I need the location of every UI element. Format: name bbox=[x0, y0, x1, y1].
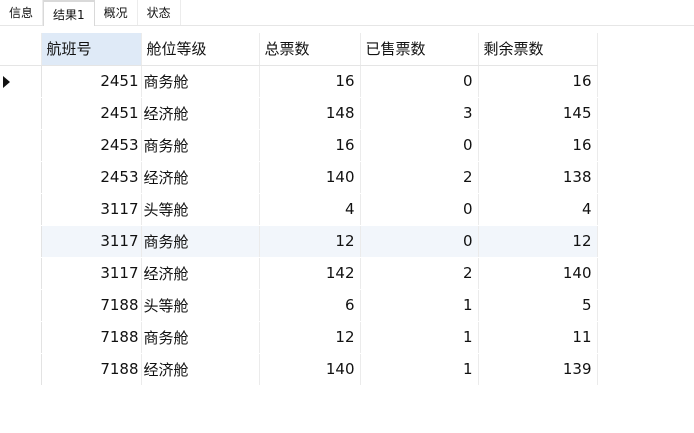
table-row[interactable]: 3117 经济舱 142 2 140 bbox=[0, 257, 598, 290]
table-row[interactable]: 2451 经济舱 148 3 145 bbox=[0, 97, 598, 130]
tab-overview[interactable]: 概况 bbox=[95, 0, 138, 25]
table-row[interactable]: 3117 头等舱 4 0 4 bbox=[0, 193, 598, 226]
table-row[interactable]: 3117 商务舱 12 0 12 bbox=[0, 225, 598, 258]
cell-flight-no[interactable]: 2453 bbox=[41, 161, 142, 194]
current-row-arrow-icon bbox=[3, 75, 10, 88]
cell-total-tickets[interactable]: 148 bbox=[259, 97, 361, 130]
cell-remaining-tickets[interactable]: 11 bbox=[478, 321, 598, 354]
cell-sold-tickets[interactable]: 0 bbox=[360, 193, 479, 226]
cell-total-tickets[interactable]: 16 bbox=[259, 129, 361, 162]
cell-sold-tickets[interactable]: 0 bbox=[360, 65, 479, 98]
cell-flight-no[interactable]: 2451 bbox=[41, 97, 142, 130]
table-row[interactable]: 2453 经济舱 140 2 138 bbox=[0, 161, 598, 194]
column-header-cabin-class[interactable]: 舱位等级 bbox=[141, 33, 260, 66]
cell-flight-no[interactable]: 2451 bbox=[41, 65, 142, 98]
cell-cabin-class[interactable]: 头等舱 bbox=[141, 193, 260, 226]
cell-remaining-tickets[interactable]: 4 bbox=[478, 193, 598, 226]
cell-total-tickets[interactable]: 142 bbox=[259, 257, 361, 290]
tab-info[interactable]: 信息 bbox=[0, 0, 44, 25]
cell-cabin-class[interactable]: 经济舱 bbox=[141, 257, 260, 290]
cell-cabin-class[interactable]: 商务舱 bbox=[141, 225, 260, 258]
cell-sold-tickets[interactable]: 1 bbox=[360, 289, 479, 322]
cell-cabin-class[interactable]: 经济舱 bbox=[141, 161, 260, 194]
cell-sold-tickets[interactable]: 1 bbox=[360, 321, 479, 354]
cell-flight-no[interactable]: 7188 bbox=[41, 353, 142, 386]
cell-remaining-tickets[interactable]: 12 bbox=[478, 225, 598, 258]
cell-total-tickets[interactable]: 140 bbox=[259, 161, 361, 194]
table-row[interactable]: 7188 经济舱 140 1 139 bbox=[0, 353, 598, 386]
cell-remaining-tickets[interactable]: 16 bbox=[478, 129, 598, 162]
row-indicator-header bbox=[0, 33, 42, 66]
cell-remaining-tickets[interactable]: 5 bbox=[478, 289, 598, 322]
cell-total-tickets[interactable]: 12 bbox=[259, 225, 361, 258]
cell-flight-no[interactable]: 2453 bbox=[41, 129, 142, 162]
column-header-sold-tickets[interactable]: 已售票数 bbox=[360, 33, 479, 66]
row-indicator[interactable] bbox=[0, 353, 42, 386]
cell-cabin-class[interactable]: 商务舱 bbox=[141, 65, 260, 98]
cell-flight-no[interactable]: 3117 bbox=[41, 225, 142, 258]
cell-remaining-tickets[interactable]: 140 bbox=[478, 257, 598, 290]
column-header-total-tickets[interactable]: 总票数 bbox=[259, 33, 361, 66]
cell-sold-tickets[interactable]: 3 bbox=[360, 97, 479, 130]
column-header-flight-no[interactable]: 航班号 bbox=[41, 33, 142, 66]
tab-status[interactable]: 状态 bbox=[138, 0, 181, 25]
cell-remaining-tickets[interactable]: 139 bbox=[478, 353, 598, 386]
cell-sold-tickets[interactable]: 0 bbox=[360, 129, 479, 162]
cell-total-tickets[interactable]: 6 bbox=[259, 289, 361, 322]
row-indicator[interactable] bbox=[0, 289, 42, 322]
cell-flight-no[interactable]: 3117 bbox=[41, 193, 142, 226]
table-row[interactable]: 7188 头等舱 6 1 5 bbox=[0, 289, 598, 322]
cell-cabin-class[interactable]: 商务舱 bbox=[141, 321, 260, 354]
row-indicator[interactable] bbox=[0, 97, 42, 130]
row-indicator[interactable] bbox=[0, 129, 42, 162]
column-header-remaining-tickets[interactable]: 剩余票数 bbox=[478, 33, 598, 66]
cell-total-tickets[interactable]: 12 bbox=[259, 321, 361, 354]
table-row[interactable]: 7188 商务舱 12 1 11 bbox=[0, 321, 598, 354]
cell-cabin-class[interactable]: 商务舱 bbox=[141, 129, 260, 162]
row-indicator[interactable] bbox=[0, 321, 42, 354]
row-indicator[interactable] bbox=[0, 257, 42, 290]
cell-flight-no[interactable]: 7188 bbox=[41, 289, 142, 322]
result-grid[interactable]: 航班号 舱位等级 总票数 已售票数 剩余票数 2451 商务舱 16 0 16 … bbox=[0, 33, 600, 386]
row-indicator[interactable] bbox=[0, 225, 42, 258]
cell-remaining-tickets[interactable]: 16 bbox=[478, 65, 598, 98]
cell-flight-no[interactable]: 3117 bbox=[41, 257, 142, 290]
cell-sold-tickets[interactable]: 2 bbox=[360, 161, 479, 194]
row-indicator[interactable] bbox=[0, 193, 42, 226]
table-row[interactable]: 2453 商务舱 16 0 16 bbox=[0, 129, 598, 162]
header-row: 航班号 舱位等级 总票数 已售票数 剩余票数 bbox=[0, 33, 598, 66]
table-row[interactable]: 2451 商务舱 16 0 16 bbox=[0, 65, 598, 98]
result-tab-bar: 信息 结果1 概况 状态 bbox=[0, 0, 694, 26]
cell-total-tickets[interactable]: 16 bbox=[259, 65, 361, 98]
result-table: 航班号 舱位等级 总票数 已售票数 剩余票数 2451 商务舱 16 0 16 … bbox=[0, 33, 598, 386]
tab-result-1[interactable]: 结果1 bbox=[43, 0, 95, 26]
cell-sold-tickets[interactable]: 2 bbox=[360, 257, 479, 290]
cell-remaining-tickets[interactable]: 145 bbox=[478, 97, 598, 130]
cell-sold-tickets[interactable]: 0 bbox=[360, 225, 479, 258]
cell-cabin-class[interactable]: 经济舱 bbox=[141, 97, 260, 130]
row-indicator[interactable] bbox=[0, 65, 42, 98]
cell-total-tickets[interactable]: 140 bbox=[259, 353, 361, 386]
cell-total-tickets[interactable]: 4 bbox=[259, 193, 361, 226]
cell-cabin-class[interactable]: 经济舱 bbox=[141, 353, 260, 386]
cell-flight-no[interactable]: 7188 bbox=[41, 321, 142, 354]
row-indicator[interactable] bbox=[0, 161, 42, 194]
cell-sold-tickets[interactable]: 1 bbox=[360, 353, 479, 386]
cell-cabin-class[interactable]: 头等舱 bbox=[141, 289, 260, 322]
cell-remaining-tickets[interactable]: 138 bbox=[478, 161, 598, 194]
